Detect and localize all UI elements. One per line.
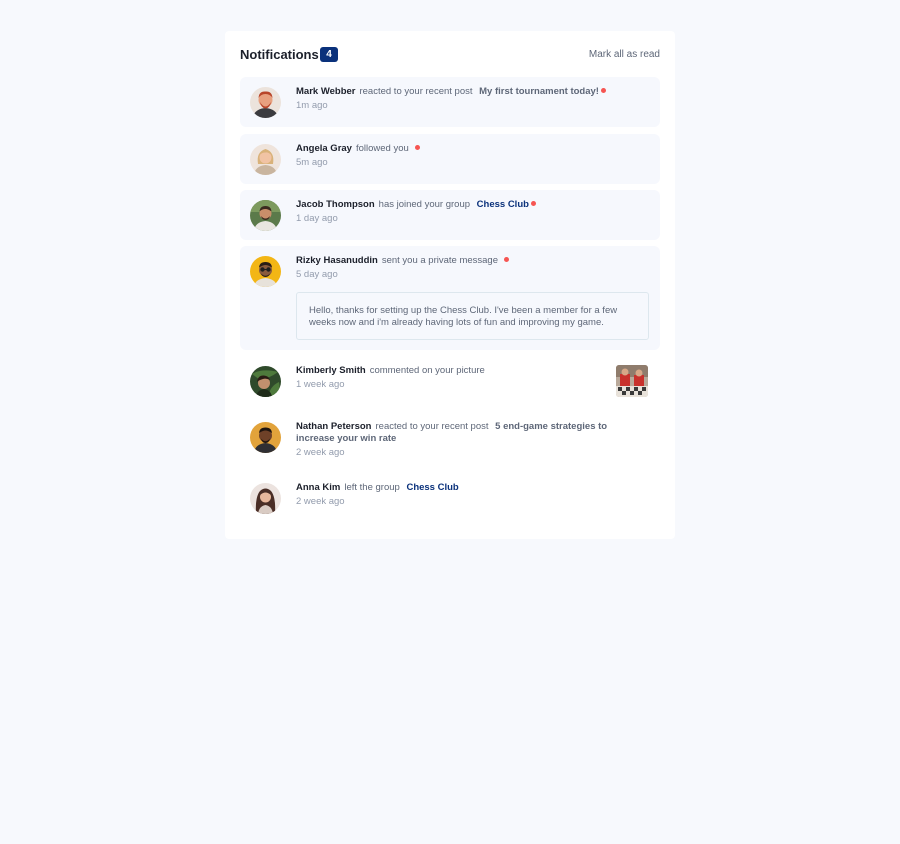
notification-item[interactable]: Angela Gray followed you 5m ago <box>240 134 660 184</box>
unread-dot <box>504 257 510 262</box>
actor-name[interactable]: Angela Gray <box>296 143 352 154</box>
notification-action: commented on your picture <box>369 365 485 376</box>
notification-item[interactable]: Mark Webber reacted to your recent post M… <box>240 77 660 127</box>
group-link[interactable]: Chess Club <box>477 199 529 210</box>
notification-text: Jacob Thompson has joined your group Ches… <box>296 199 648 225</box>
timestamp: 1m ago <box>296 100 328 111</box>
actor-name[interactable]: Jacob Thompson <box>296 199 375 210</box>
group-link[interactable]: Chess Club <box>406 482 458 493</box>
notifications-header: Notifications 4 Mark all as read <box>240 46 660 64</box>
unread-dot <box>600 88 606 93</box>
actor-name[interactable]: Mark Webber <box>296 86 355 97</box>
notification-text: Kimberly Smith commented on your picture … <box>296 365 648 391</box>
actor-name[interactable]: Anna Kim <box>296 482 340 493</box>
timestamp: 5 day ago <box>296 269 338 280</box>
unread-count-badge: 4 <box>320 47 338 62</box>
notification-text: Mark Webber reacted to your recent post M… <box>296 86 648 112</box>
timestamp: 2 week ago <box>296 496 345 507</box>
page-title: Notifications <box>240 47 319 62</box>
avatar[interactable] <box>250 144 281 175</box>
timestamp: 1 day ago <box>296 213 338 224</box>
notification-text: Angela Gray followed you 5m ago <box>296 143 648 169</box>
actor-name[interactable]: Rizky Hasanuddin <box>296 255 378 266</box>
avatar[interactable] <box>250 256 281 287</box>
avatar[interactable] <box>250 200 281 231</box>
notification-item[interactable]: Nathan Peterson reacted to your recent po… <box>240 412 660 468</box>
notification-item[interactable]: Rizky Hasanuddin sent you a private messa… <box>240 246 660 350</box>
unread-dot <box>414 145 420 150</box>
notification-action: sent you a private message <box>381 255 499 266</box>
chess-picture-thumbnail[interactable] <box>616 365 648 397</box>
unread-dot <box>530 201 536 206</box>
timestamp: 2 week ago <box>296 447 345 458</box>
avatar[interactable] <box>250 483 281 514</box>
avatar[interactable] <box>250 87 281 118</box>
actor-name[interactable]: Nathan Peterson <box>296 421 372 432</box>
actor-name[interactable]: Kimberly Smith <box>296 365 366 376</box>
notification-text: Nathan Peterson reacted to your recent po… <box>296 421 648 459</box>
notifications-card: Notifications 4 Mark all as read Mark We… <box>225 31 675 539</box>
notification-item[interactable]: Jacob Thompson has joined your group Ches… <box>240 190 660 240</box>
timestamp: 1 week ago <box>296 379 345 390</box>
timestamp: 5m ago <box>296 157 328 168</box>
notification-action: reacted to your recent post <box>359 86 473 97</box>
mark-all-as-read-button[interactable]: Mark all as read <box>589 47 660 63</box>
notification-action: followed you <box>355 143 409 154</box>
notification-action: has joined your group <box>378 199 471 210</box>
notification-item[interactable]: Kimberly Smith commented on your picture … <box>240 356 660 406</box>
notification-text: Anna Kim left the group Chess Club 2 week… <box>296 482 648 508</box>
avatar[interactable] <box>250 366 281 397</box>
notification-action: left the group <box>344 482 400 493</box>
notification-action: reacted to your recent post <box>375 421 489 432</box>
private-message-preview[interactable]: Hello, thanks for setting up the Chess C… <box>296 292 649 340</box>
notification-text: Rizky Hasanuddin sent you a private messa… <box>296 255 648 281</box>
notification-item[interactable]: Anna Kim left the group Chess Club 2 week… <box>240 473 660 523</box>
post-link[interactable]: My first tournament today! <box>479 86 599 97</box>
avatar[interactable] <box>250 422 281 453</box>
